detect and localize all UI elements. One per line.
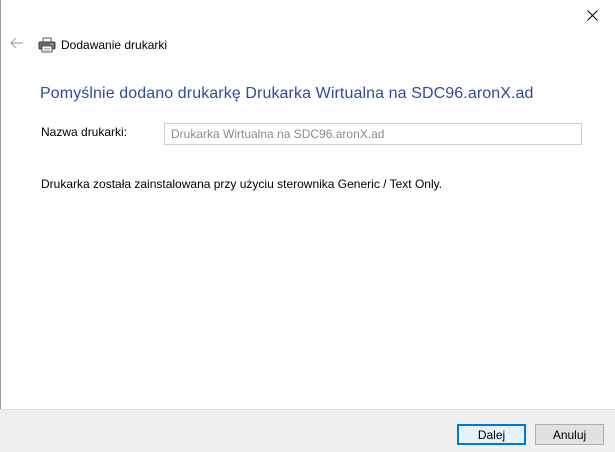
close-button[interactable] [569,0,615,30]
dialog-footer: Dalej Anuluj [0,409,615,452]
next-button[interactable]: Dalej [457,424,526,445]
close-icon [586,9,598,21]
printer-icon [38,37,56,53]
success-heading: Pomyślnie dodano drukarkę Drukarka Wirtu… [40,85,534,102]
cancel-button[interactable]: Anuluj [535,424,604,445]
printer-name-label: Nazwa drukarki: [41,125,128,139]
back-arrow-icon [10,36,24,54]
wizard-nav-bar: Dodawanie drukarki [0,30,615,60]
window-left-edge [0,0,1,452]
add-printer-dialog: Dodawanie drukarki Pomyślnie dodano druk… [0,0,615,452]
driver-info-text: Drukarka została zainstalowana przy użyc… [41,177,443,191]
wizard-title: Dodawanie drukarki [61,38,168,52]
printer-name-input[interactable] [164,123,582,145]
back-button[interactable] [8,36,26,54]
